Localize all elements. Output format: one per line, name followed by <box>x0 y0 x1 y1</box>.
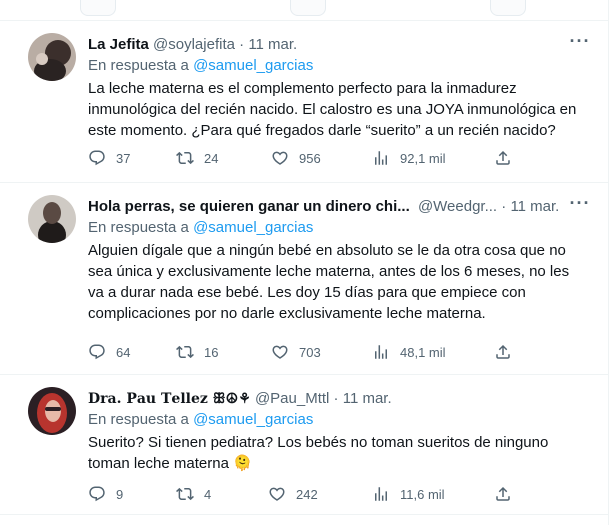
like-button[interactable]: 242 <box>268 484 318 504</box>
like-count: 703 <box>299 344 321 360</box>
display-name[interactable]: Hola perras, se quieren ganar un dinero … <box>88 198 410 215</box>
timeline-border <box>608 0 609 525</box>
views-count: 11,6 mil <box>400 486 445 502</box>
like-icon <box>268 485 286 503</box>
reply-button[interactable]: 9 <box>88 484 123 504</box>
separator-dot: · <box>333 390 339 407</box>
tweet[interactable]: 𝐃𝐫𝐚. 𝐏𝐚𝐮 𝐓𝐞𝐥𝐥𝐞𝐳 ꕥ☮︎⚘ @Pau_Mttl · 11 mar.… <box>0 375 608 515</box>
action-bar: 9 4 242 11,6 mil <box>88 484 520 504</box>
reply-handle-link[interactable]: @samuel_garcias <box>193 411 313 428</box>
share-button[interactable] <box>494 342 512 362</box>
repost-icon <box>176 485 194 503</box>
avatar[interactable] <box>28 387 76 435</box>
reply-context: En respuesta a @samuel_garcias <box>88 56 313 76</box>
more-icon[interactable]: ··· <box>566 31 594 55</box>
reply-handle-link[interactable]: @samuel_garcias <box>193 57 313 74</box>
display-name[interactable]: La Jefita <box>88 36 149 53</box>
tweet-header: Hola perras, se quieren ganar un dinero … <box>88 197 588 217</box>
reply-icon <box>88 485 106 503</box>
display-name[interactable]: 𝐃𝐫𝐚. 𝐏𝐚𝐮 𝐓𝐞𝐥𝐥𝐞𝐳 ꕥ☮︎⚘ <box>88 391 251 407</box>
repost-count: 24 <box>204 150 219 166</box>
reply-context: En respuesta a @samuel_garcias <box>88 218 313 238</box>
more-icon[interactable]: ··· <box>566 193 594 217</box>
like-icon <box>271 149 289 167</box>
avatar[interactable] <box>28 33 76 81</box>
tweet-text: Suerito? Si tienen pediatra? Los bebés n… <box>88 434 549 472</box>
views-icon <box>372 343 390 361</box>
avatar[interactable] <box>28 195 76 243</box>
action-bar: 64 16 703 48,1 mil <box>88 342 520 362</box>
reply-count: 9 <box>116 486 124 502</box>
views-count: 48,1 mil <box>400 344 446 360</box>
tweet-date[interactable]: 11 mar. <box>343 390 392 407</box>
like-icon <box>271 343 289 361</box>
separator-dot: · <box>501 198 507 215</box>
repost-button[interactable]: 24 <box>176 148 218 168</box>
repost-count: 16 <box>204 344 219 360</box>
user-handle[interactable]: @Weedgr... <box>418 198 497 215</box>
share-icon <box>494 149 512 167</box>
reply-handle-link[interactable]: @samuel_garcias <box>193 219 313 236</box>
tweet-header: 𝐃𝐫𝐚. 𝐏𝐚𝐮 𝐓𝐞𝐥𝐥𝐞𝐳 ꕥ☮︎⚘ @Pau_Mttl · 11 mar. <box>88 389 588 409</box>
top-strip <box>0 0 608 21</box>
tweet[interactable]: Hola perras, se quieren ganar un dinero … <box>0 183 608 375</box>
tweet[interactable]: La Jefita @soylajefita · 11 mar. ··· En … <box>0 21 608 183</box>
views-button[interactable]: 11,6 mil <box>372 484 445 504</box>
views-button[interactable]: 48,1 mil <box>372 342 446 362</box>
repost-icon <box>176 149 194 167</box>
separator-dot: · <box>239 36 245 53</box>
repost-count: 4 <box>204 486 212 502</box>
like-button[interactable]: 703 <box>271 342 321 362</box>
views-icon <box>372 485 390 503</box>
share-button[interactable] <box>494 148 512 168</box>
reply-count: 64 <box>116 344 131 360</box>
reply-count: 37 <box>116 150 131 166</box>
views-count: 92,1 mil <box>400 150 446 166</box>
reply-icon <box>88 343 106 361</box>
views-icon <box>372 149 390 167</box>
cutoff-button[interactable] <box>490 0 526 16</box>
action-bar: 37 24 956 92,1 mil <box>88 148 520 168</box>
share-button[interactable] <box>494 484 512 504</box>
tweet-date[interactable]: 11 mar. <box>510 198 559 215</box>
share-icon <box>494 485 512 503</box>
reply-button[interactable]: 37 <box>88 148 130 168</box>
repost-icon <box>176 343 194 361</box>
user-handle[interactable]: @Pau_Mttl <box>255 390 329 407</box>
repost-button[interactable]: 4 <box>176 484 211 504</box>
reply-prefix: En respuesta a <box>88 219 189 236</box>
like-count: 956 <box>299 150 321 166</box>
reply-prefix: En respuesta a <box>88 57 189 74</box>
reply-context: En respuesta a @samuel_garcias <box>88 410 313 430</box>
cutoff-button[interactable] <box>80 0 116 16</box>
views-button[interactable]: 92,1 mil <box>372 148 446 168</box>
reply-prefix: En respuesta a <box>88 411 189 428</box>
tweet-date[interactable]: 11 mar. <box>248 36 297 53</box>
tweet-text: Alguien dígale que a ningún bebé en abso… <box>88 242 570 322</box>
share-icon <box>494 343 512 361</box>
user-handle[interactable]: @soylajefita <box>153 36 235 53</box>
cutoff-button[interactable] <box>290 0 326 16</box>
reply-button[interactable]: 64 <box>88 342 130 362</box>
like-count: 242 <box>296 486 318 502</box>
tweet-text: La leche materna es el complemento perfe… <box>88 80 577 139</box>
tweet-header: La Jefita @soylajefita · 11 mar. <box>88 35 588 55</box>
reply-icon <box>88 149 106 167</box>
like-button[interactable]: 956 <box>271 148 321 168</box>
repost-button[interactable]: 16 <box>176 342 218 362</box>
